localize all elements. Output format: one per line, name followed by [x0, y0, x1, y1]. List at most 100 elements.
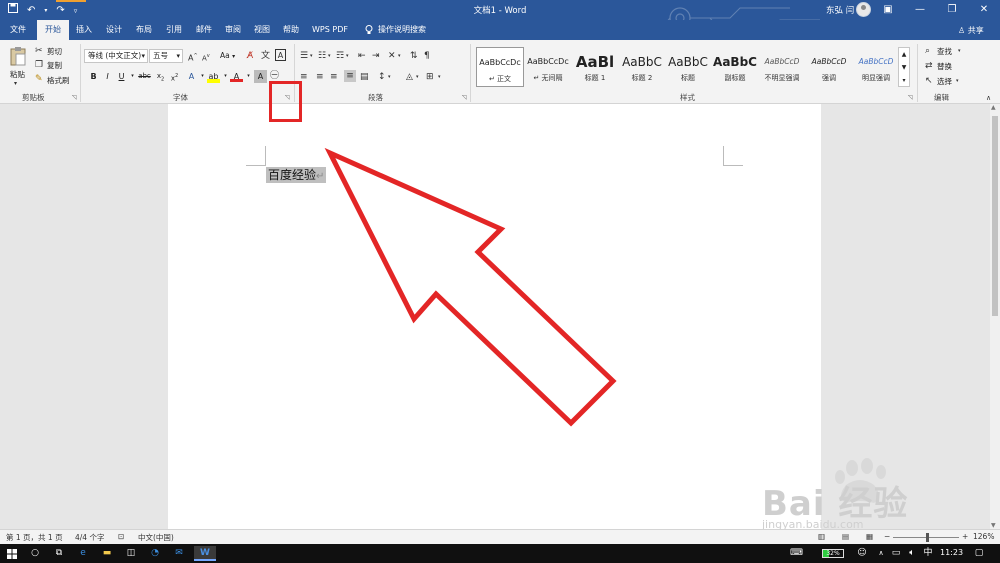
word-count[interactable]: 4/4 个字 — [75, 532, 104, 543]
battery-indicator[interactable]: 32% — [822, 549, 844, 558]
vertical-scrollbar[interactable]: ▲ ▼ — [990, 104, 1000, 529]
shrink-font-icon[interactable]: Av — [202, 50, 210, 64]
align-right-icon[interactable]: ≡ — [330, 71, 338, 83]
input-method-icon[interactable]: ⌨ — [790, 546, 803, 561]
chevron-down-icon[interactable]: ▼ — [899, 61, 909, 74]
zoom-out-icon[interactable]: − — [884, 532, 890, 541]
replace-icon[interactable]: ⇄ — [925, 60, 933, 72]
app-icon[interactable]: ◔ — [148, 546, 162, 561]
character-shading-icon[interactable]: A — [254, 70, 267, 83]
tab-wps-pdf[interactable]: WPS PDF — [307, 20, 353, 40]
notifications-icon[interactable]: ▢ — [972, 546, 986, 561]
style-no-spacing[interactable]: AaBbCcDc ↵ 无间隔 — [524, 47, 572, 87]
read-mode-icon[interactable]: ▥ — [818, 532, 825, 541]
tray-expand-icon[interactable]: ∧ — [876, 546, 886, 561]
style-heading-1[interactable]: AaBl 标题 1 — [571, 47, 619, 87]
windows-start-icon[interactable] — [4, 546, 20, 561]
zoom-slider-thumb[interactable] — [926, 533, 929, 542]
format-painter-icon[interactable]: ✎ — [35, 73, 43, 85]
borders-icon[interactable]: ⊞ — [426, 71, 434, 83]
clock[interactable]: 11:23 — [940, 548, 963, 557]
numbering-icon[interactable]: ☷ — [318, 50, 326, 62]
tab-help[interactable]: 帮助 — [277, 20, 305, 40]
mail-icon[interactable]: ✉ — [172, 546, 186, 561]
tell-me-search[interactable]: 操作说明搜索 — [378, 20, 434, 40]
line-spacing-icon[interactable]: ↕ — [378, 71, 386, 83]
page-count[interactable]: 第 1 页，共 1 页 — [6, 532, 63, 543]
tab-layout[interactable]: 布局 — [130, 20, 158, 40]
tab-design[interactable]: 设计 — [100, 20, 128, 40]
paragraph-dialog-launcher-icon[interactable]: ◹ — [462, 94, 467, 101]
scroll-up-icon[interactable]: ▲ — [991, 104, 996, 111]
network-icon[interactable]: ▭ — [890, 546, 902, 561]
search-icon[interactable]: ⌕ — [925, 45, 930, 57]
tab-references[interactable]: 引用 — [160, 20, 188, 40]
style-emphasis[interactable]: AaBbCcD 强调 — [805, 47, 853, 87]
select-dropdown-icon[interactable]: ▾ — [956, 75, 959, 87]
zoom-in-icon[interactable]: + — [962, 532, 968, 541]
minimize-button[interactable]: — — [904, 0, 936, 20]
cortana-icon[interactable]: ○ — [28, 546, 42, 561]
align-center-icon[interactable]: ≡ — [316, 71, 324, 83]
line-spacing-dropdown-icon[interactable]: ▾ — [388, 71, 391, 83]
shading-icon[interactable]: ◬ — [406, 71, 413, 83]
avatar[interactable] — [856, 2, 871, 17]
volume-icon[interactable]: 🔈︎ — [906, 546, 918, 561]
phonetic-guide-icon[interactable]: 文 — [261, 50, 270, 62]
paste-dropdown-icon[interactable]: ▾ — [14, 78, 17, 90]
scroll-down-icon[interactable]: ▼ — [991, 522, 996, 529]
collapse-ribbon-icon[interactable]: ∧ — [986, 92, 991, 104]
decrease-indent-icon[interactable]: ⇤ — [358, 50, 366, 62]
store-icon[interactable]: ◫ — [124, 546, 138, 561]
restore-button[interactable]: ❐ — [936, 0, 968, 20]
format-painter-button[interactable]: 格式刷 — [47, 75, 70, 86]
change-case-button[interactable]: Aa ▾ — [220, 51, 235, 60]
copy-button[interactable]: 复制 — [47, 60, 62, 71]
tab-insert[interactable]: 插入 — [70, 20, 98, 40]
language-indicator[interactable]: 中文(中国) — [138, 532, 174, 543]
font-name-combo[interactable]: 等线 (中文正文) ▾ — [84, 49, 148, 63]
print-layout-icon[interactable]: ▤ — [842, 532, 849, 541]
find-button[interactable]: 查找 — [937, 46, 952, 57]
scissors-icon[interactable]: ✂ — [35, 45, 43, 57]
file-explorer-icon[interactable]: ▬ — [100, 546, 114, 561]
scroll-thumb[interactable] — [992, 116, 998, 316]
grow-font-icon[interactable]: A^ — [188, 50, 198, 65]
chinese-layout-dropdown-icon[interactable]: ▾ — [398, 50, 401, 62]
shading-dropdown-icon[interactable]: ▾ — [416, 71, 419, 83]
zoom-level[interactable]: 126% — [973, 532, 994, 541]
more-styles-icon[interactable]: ▾ — [899, 74, 909, 87]
distributed-icon[interactable]: ▤ — [360, 71, 369, 83]
style-subtitle[interactable]: AaBbC 副标题 — [711, 47, 759, 87]
multilevel-dropdown-icon[interactable]: ▾ — [346, 50, 349, 62]
justify-icon[interactable]: ≡ — [344, 70, 356, 82]
style-title[interactable]: AaBbC 标题 — [664, 47, 712, 87]
replace-button[interactable]: 替换 — [937, 61, 952, 72]
style-intense-emphasis[interactable]: AaBbCcD 明显强调 — [852, 47, 900, 87]
tab-file[interactable]: 文件 — [2, 20, 34, 40]
cursor-icon[interactable]: ↖ — [925, 75, 933, 87]
tab-mailings[interactable]: 邮件 — [190, 20, 218, 40]
select-button[interactable]: 选择 — [937, 76, 952, 87]
paste-icon[interactable] — [10, 46, 26, 71]
style-heading-2[interactable]: AaBbC 标题 2 — [618, 47, 666, 87]
people-icon[interactable]: ☺ — [856, 546, 868, 561]
character-border-icon[interactable]: A — [275, 49, 286, 61]
task-view-icon[interactable]: ⧉ — [52, 546, 66, 561]
superscript-icon[interactable]: x2 — [168, 70, 181, 83]
multilevel-list-icon[interactable]: ☶ — [336, 50, 344, 62]
selected-text[interactable]: 百度经验↵ — [266, 167, 327, 183]
close-button[interactable]: ✕ — [968, 0, 1000, 20]
style-subtle-emphasis[interactable]: AaBbCcD 不明显强调 — [758, 47, 806, 87]
sort-icon[interactable]: ⇅ — [410, 50, 418, 62]
strikethrough-icon[interactable]: abc — [138, 70, 151, 83]
clipboard-dialog-launcher-icon[interactable]: ◹ — [72, 94, 77, 101]
font-size-combo[interactable]: 五号 ▾ — [149, 49, 183, 63]
lightbulb-icon[interactable] — [362, 20, 376, 40]
user-name[interactable]: 东弘 闫 — [826, 4, 854, 16]
bullets-icon[interactable]: ☰ — [300, 50, 308, 62]
share-button[interactable]: ♙ 共享 — [958, 25, 984, 36]
chevron-up-icon[interactable]: ▲ — [899, 48, 909, 61]
tab-view[interactable]: 视图 — [248, 20, 276, 40]
cut-button[interactable]: 剪切 — [47, 46, 62, 57]
